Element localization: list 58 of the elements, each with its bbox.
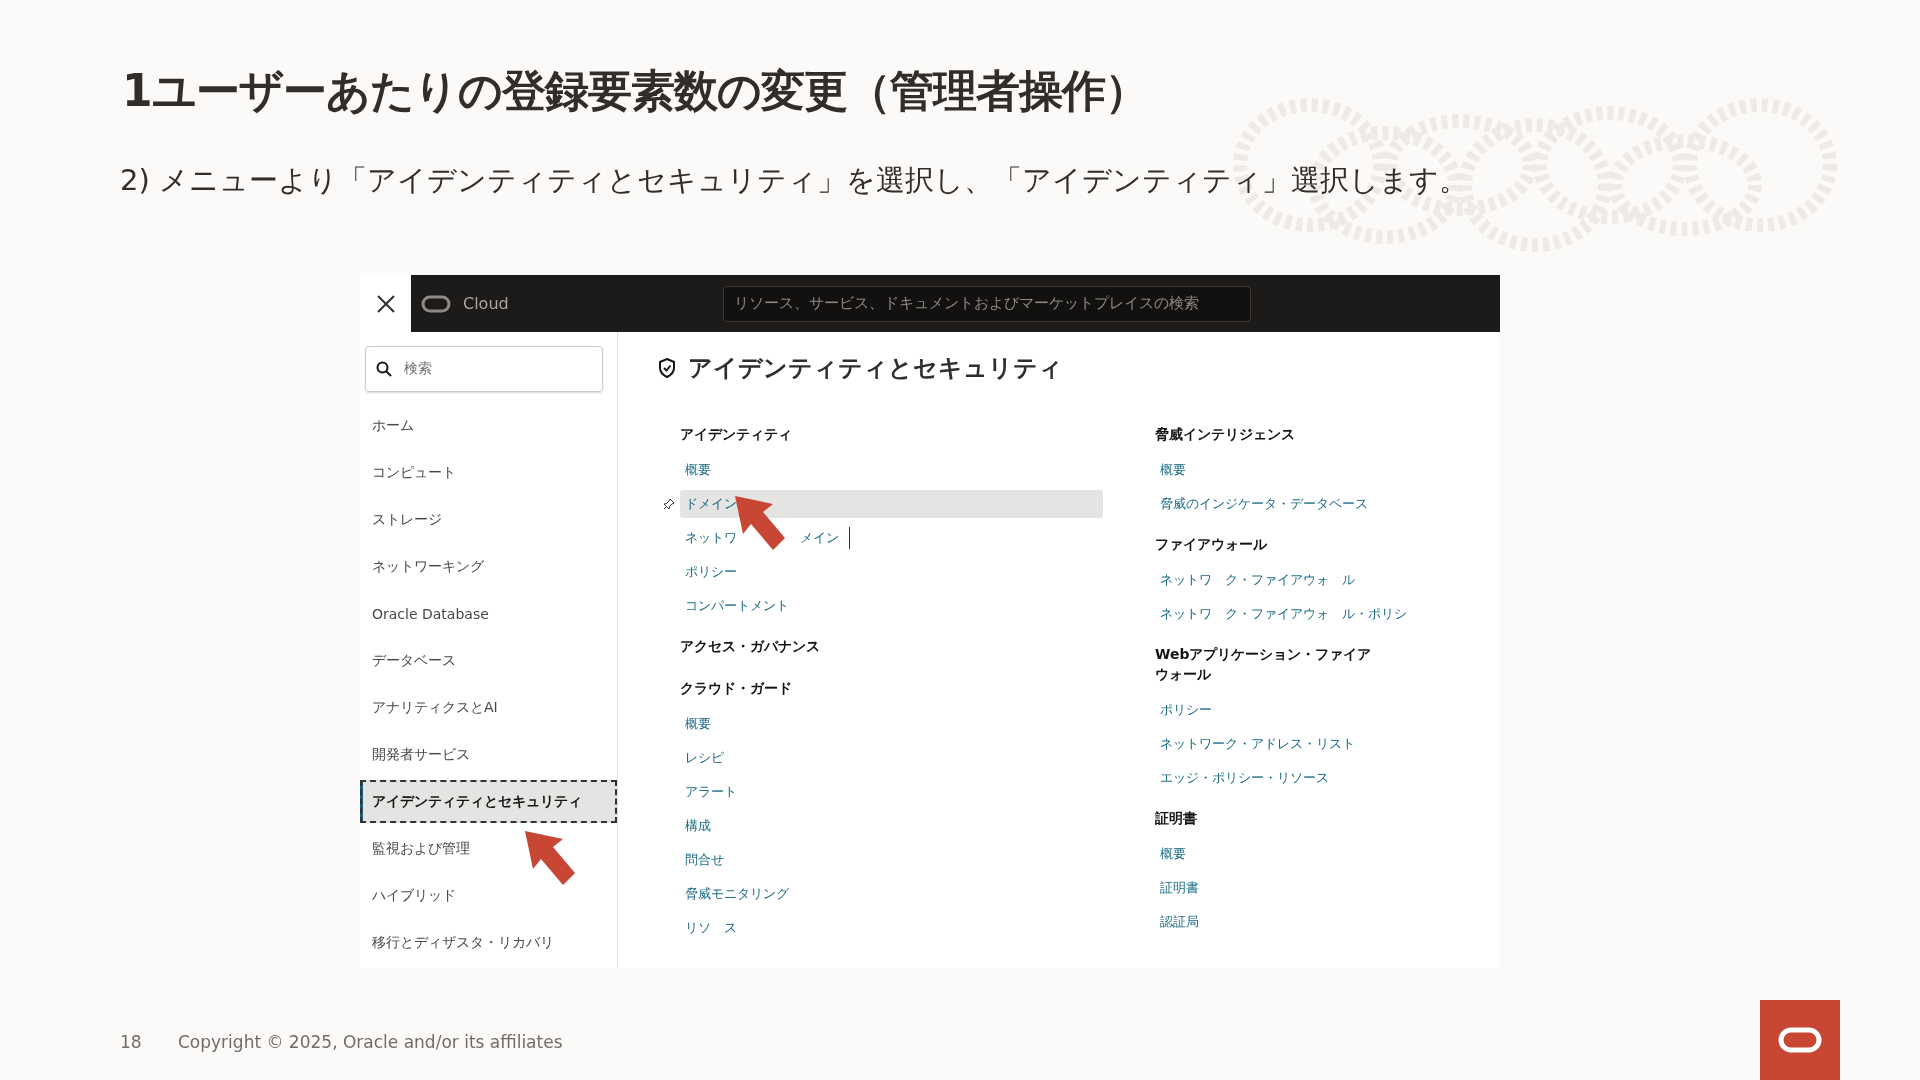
page-number: 18 — [120, 1032, 143, 1052]
section-heading: 脅威インテリジェンス — [1154, 425, 1296, 444]
section-heading: Webアプリケーション・ファイアウォール — [1154, 645, 1373, 684]
menu-link[interactable]: ポリシー — [1155, 701, 1212, 719]
menu-link[interactable]: ネットワ ク・ファイアウォ ル・ポリシ — [1155, 605, 1407, 623]
menu-item[interactable]: データベース — [360, 639, 617, 682]
menu-item[interactable]: アイデンティティとセキュリティ — [360, 780, 617, 823]
shield-icon — [658, 358, 676, 378]
copyright-text: Copyright © 2025, Oracle and/or its affiliates — [178, 1032, 563, 1052]
menu-link[interactable]: 脅威モニタリング — [680, 885, 789, 903]
menu-link[interactable]: レシピ — [680, 749, 724, 767]
menu-item[interactable]: アナリティクスとAI — [360, 686, 617, 729]
section-heading: クラウド・ガード — [679, 679, 793, 698]
section-heading: アイデンティティ — [679, 425, 793, 444]
section-heading: 証明書 — [1154, 809, 1198, 828]
menu-link[interactable]: 証明書 — [1155, 879, 1199, 897]
text-cursor — [849, 527, 850, 549]
menu-item[interactable]: 監視および管理 — [360, 827, 617, 870]
menu-link[interactable]: エッジ・ポリシー・リソース — [1155, 769, 1329, 787]
panel-title: アイデンティティとセキュリティ — [688, 353, 1063, 384]
slide-title: 1ユーザーあたりの登録要素数の変更（管理者操作） — [122, 64, 1149, 118]
menu-link[interactable]: ネットワーク・アドレス・リスト — [1155, 735, 1355, 753]
menu-item[interactable]: ハイブリッド — [360, 874, 617, 917]
search-placeholder: 検索 — [404, 360, 432, 378]
menu-link[interactable]: 構成 — [680, 817, 711, 835]
sidebar-search-field[interactable]: 検索 — [365, 346, 603, 392]
menu-link[interactable]: ネットワ ク・ファイアウォ ル — [1155, 571, 1355, 589]
section-heading: アクセス・ガバナンス — [679, 637, 821, 656]
menu-link[interactable]: 脅威のインジケータ・データベース — [1155, 495, 1368, 513]
logo-icon — [421, 294, 451, 313]
menu-link[interactable]: ポリシー — [680, 563, 737, 581]
close-icon — [375, 293, 396, 314]
menu-link[interactable]: 概要 — [1155, 461, 1186, 479]
menu-item[interactable]: 開発者サービス — [360, 733, 617, 776]
menu-link[interactable]: 問合せ — [680, 851, 724, 869]
menu-link[interactable]: 認証局 — [1155, 913, 1199, 931]
menu-link[interactable]: アラート — [680, 783, 737, 801]
menu-link[interactable]: 概要 — [1155, 845, 1186, 863]
menu-link[interactable]: ネットワ — [680, 529, 737, 547]
menu-item[interactable]: ネットワーキング — [360, 545, 617, 588]
search-icon — [376, 361, 392, 377]
menu-link[interactable]: ドメイン — [680, 495, 737, 513]
menu-item[interactable]: コンピュート — [360, 451, 617, 494]
menu-link[interactable]: リソ ス — [680, 919, 737, 937]
menu-item[interactable]: 移行とディザスタ・リカバリ — [360, 921, 617, 964]
logo-icon — [1778, 1027, 1822, 1053]
section-heading: ファイアウォール — [1154, 535, 1268, 554]
menu-link[interactable]: 概要 — [680, 461, 711, 479]
menu-link[interactable]: コンパートメント — [680, 597, 789, 615]
pin-icon[interactable] — [663, 498, 675, 510]
slide-subtitle: 2) メニューより「アイデンティティとセキュリティ」を選択し、「アイデンティティ」選択します。 — [120, 162, 1469, 199]
menu-item[interactable]: ストレージ — [360, 498, 617, 541]
menu-item[interactable]: Oracle Database — [360, 592, 617, 635]
menu-link[interactable]: メイン — [795, 529, 839, 547]
menu-link[interactable]: 概要 — [680, 715, 711, 733]
search-field[interactable]: リソース、サービス、ドキュメントおよびマーケットプレイスの検索 — [723, 285, 1251, 322]
menu-item[interactable]: ホーム — [360, 404, 617, 447]
brand-name: Cloud — [463, 294, 510, 313]
